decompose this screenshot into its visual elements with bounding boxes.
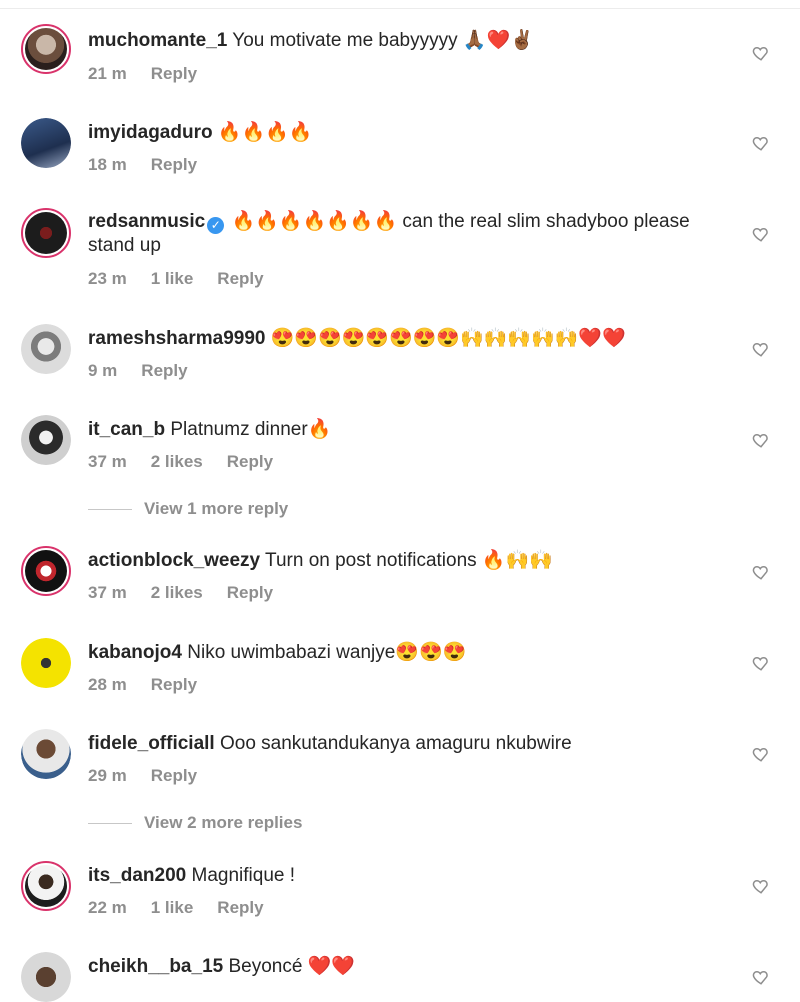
comment-text: Magnifique !: [186, 865, 296, 886]
comment-username[interactable]: cheikh__ba_15: [88, 956, 223, 977]
avatar[interactable]: [21, 415, 71, 465]
like-heart-icon[interactable]: [752, 968, 770, 986]
comment-text: 🔥🔥🔥🔥: [212, 122, 313, 143]
comment-text: Beyoncé ❤️❤️: [223, 956, 356, 977]
top-divider: [0, 8, 800, 9]
reply-button[interactable]: Reply: [151, 64, 197, 83]
comment-username[interactable]: kabanojo4: [88, 642, 182, 663]
comment-meta: 28 m Reply: [88, 675, 221, 695]
comment-time: 9 m: [88, 361, 118, 380]
reply-button[interactable]: Reply: [227, 583, 273, 602]
like-heart-icon[interactable]: [752, 563, 770, 581]
view-more-replies-button[interactable]: View 1 more reply: [88, 499, 288, 519]
comment-text: 😍😍😍😍😍😍😍😍🙌🙌🙌🙌🙌❤️❤️: [265, 328, 626, 349]
comment-time: 28 m: [88, 675, 127, 694]
comment-time: 18 m: [88, 155, 127, 174]
avatar[interactable]: [21, 24, 71, 74]
avatar[interactable]: [21, 952, 71, 1002]
like-heart-icon[interactable]: [752, 745, 770, 763]
comment-username[interactable]: muchomante_1: [88, 30, 227, 51]
reply-button[interactable]: Reply: [227, 452, 273, 471]
reply-button[interactable]: Reply: [141, 361, 187, 380]
comment-meta: 22 m 1 like Reply: [88, 898, 288, 918]
comment-time: 29 m: [88, 766, 127, 785]
reply-button[interactable]: Reply: [151, 675, 197, 694]
comment-username[interactable]: fidele_officiall: [88, 733, 215, 754]
comment-username[interactable]: it_can_b: [88, 419, 165, 440]
avatar[interactable]: [21, 208, 71, 258]
view-more-replies-button[interactable]: View 2 more replies: [88, 813, 302, 833]
comment-text: You motivate me babyyyyy 🙏🏾❤️✌🏾: [227, 30, 534, 51]
comment-likes[interactable]: 2 likes: [151, 583, 203, 602]
avatar[interactable]: [21, 324, 71, 374]
like-heart-icon[interactable]: [752, 340, 770, 358]
comment-meta: 29 m Reply: [88, 766, 221, 786]
comment-time: 22 m: [88, 898, 127, 917]
comment-likes[interactable]: 1 like: [151, 898, 194, 917]
avatar[interactable]: [21, 861, 71, 911]
comment-text: Ooo sankutandukanya amaguru nkubwire: [214, 733, 572, 754]
comment-meta: 37 m 2 likes Reply: [88, 583, 297, 603]
comment-meta: 37 m 2 likes Reply: [88, 452, 297, 472]
divider-line: [88, 509, 132, 511]
divider-line: [88, 823, 132, 825]
comment-text: Niko uwimbabazi wanjye😍😍😍: [181, 642, 467, 663]
comment-time: 37 m: [88, 452, 127, 471]
comment-meta: 9 m Reply: [88, 361, 212, 381]
comment-username[interactable]: actionblock_weezy: [88, 550, 260, 571]
reply-button[interactable]: Reply: [217, 898, 263, 917]
comment-time: 21 m: [88, 64, 127, 83]
verified-badge-icon: ✓: [207, 217, 225, 234]
comment-username[interactable]: redsanmusic: [88, 211, 205, 232]
like-heart-icon[interactable]: [752, 654, 770, 672]
like-heart-icon[interactable]: [752, 44, 770, 62]
comment-time: 37 m: [88, 583, 127, 602]
comment-text: Platnumz dinner🔥: [165, 419, 332, 440]
reply-button[interactable]: Reply: [151, 155, 197, 174]
reply-button[interactable]: Reply: [151, 766, 197, 785]
comment-username[interactable]: imyidagaduro: [88, 122, 213, 143]
avatar[interactable]: [21, 118, 71, 168]
like-heart-icon[interactable]: [752, 431, 770, 449]
comment-username[interactable]: rameshsharma9990: [88, 328, 265, 349]
comment-time: 23 m: [88, 269, 127, 288]
comment-text: Turn on post notifications 🔥🙌🙌: [260, 550, 553, 571]
avatar[interactable]: [21, 546, 71, 596]
reply-button[interactable]: Reply: [217, 269, 263, 288]
comment-meta: 18 m Reply: [88, 155, 221, 175]
avatar[interactable]: [21, 638, 71, 688]
comment-meta: 23 m 1 like Reply: [88, 269, 288, 289]
like-heart-icon[interactable]: [752, 134, 770, 152]
like-heart-icon[interactable]: [752, 225, 770, 243]
comment-username[interactable]: its_dan200: [88, 865, 186, 886]
like-heart-icon[interactable]: [752, 877, 770, 895]
comment-likes[interactable]: 2 likes: [151, 452, 203, 471]
comment-meta: 21 m Reply: [88, 64, 221, 84]
avatar[interactable]: [21, 729, 71, 779]
comment-likes[interactable]: 1 like: [151, 269, 194, 288]
